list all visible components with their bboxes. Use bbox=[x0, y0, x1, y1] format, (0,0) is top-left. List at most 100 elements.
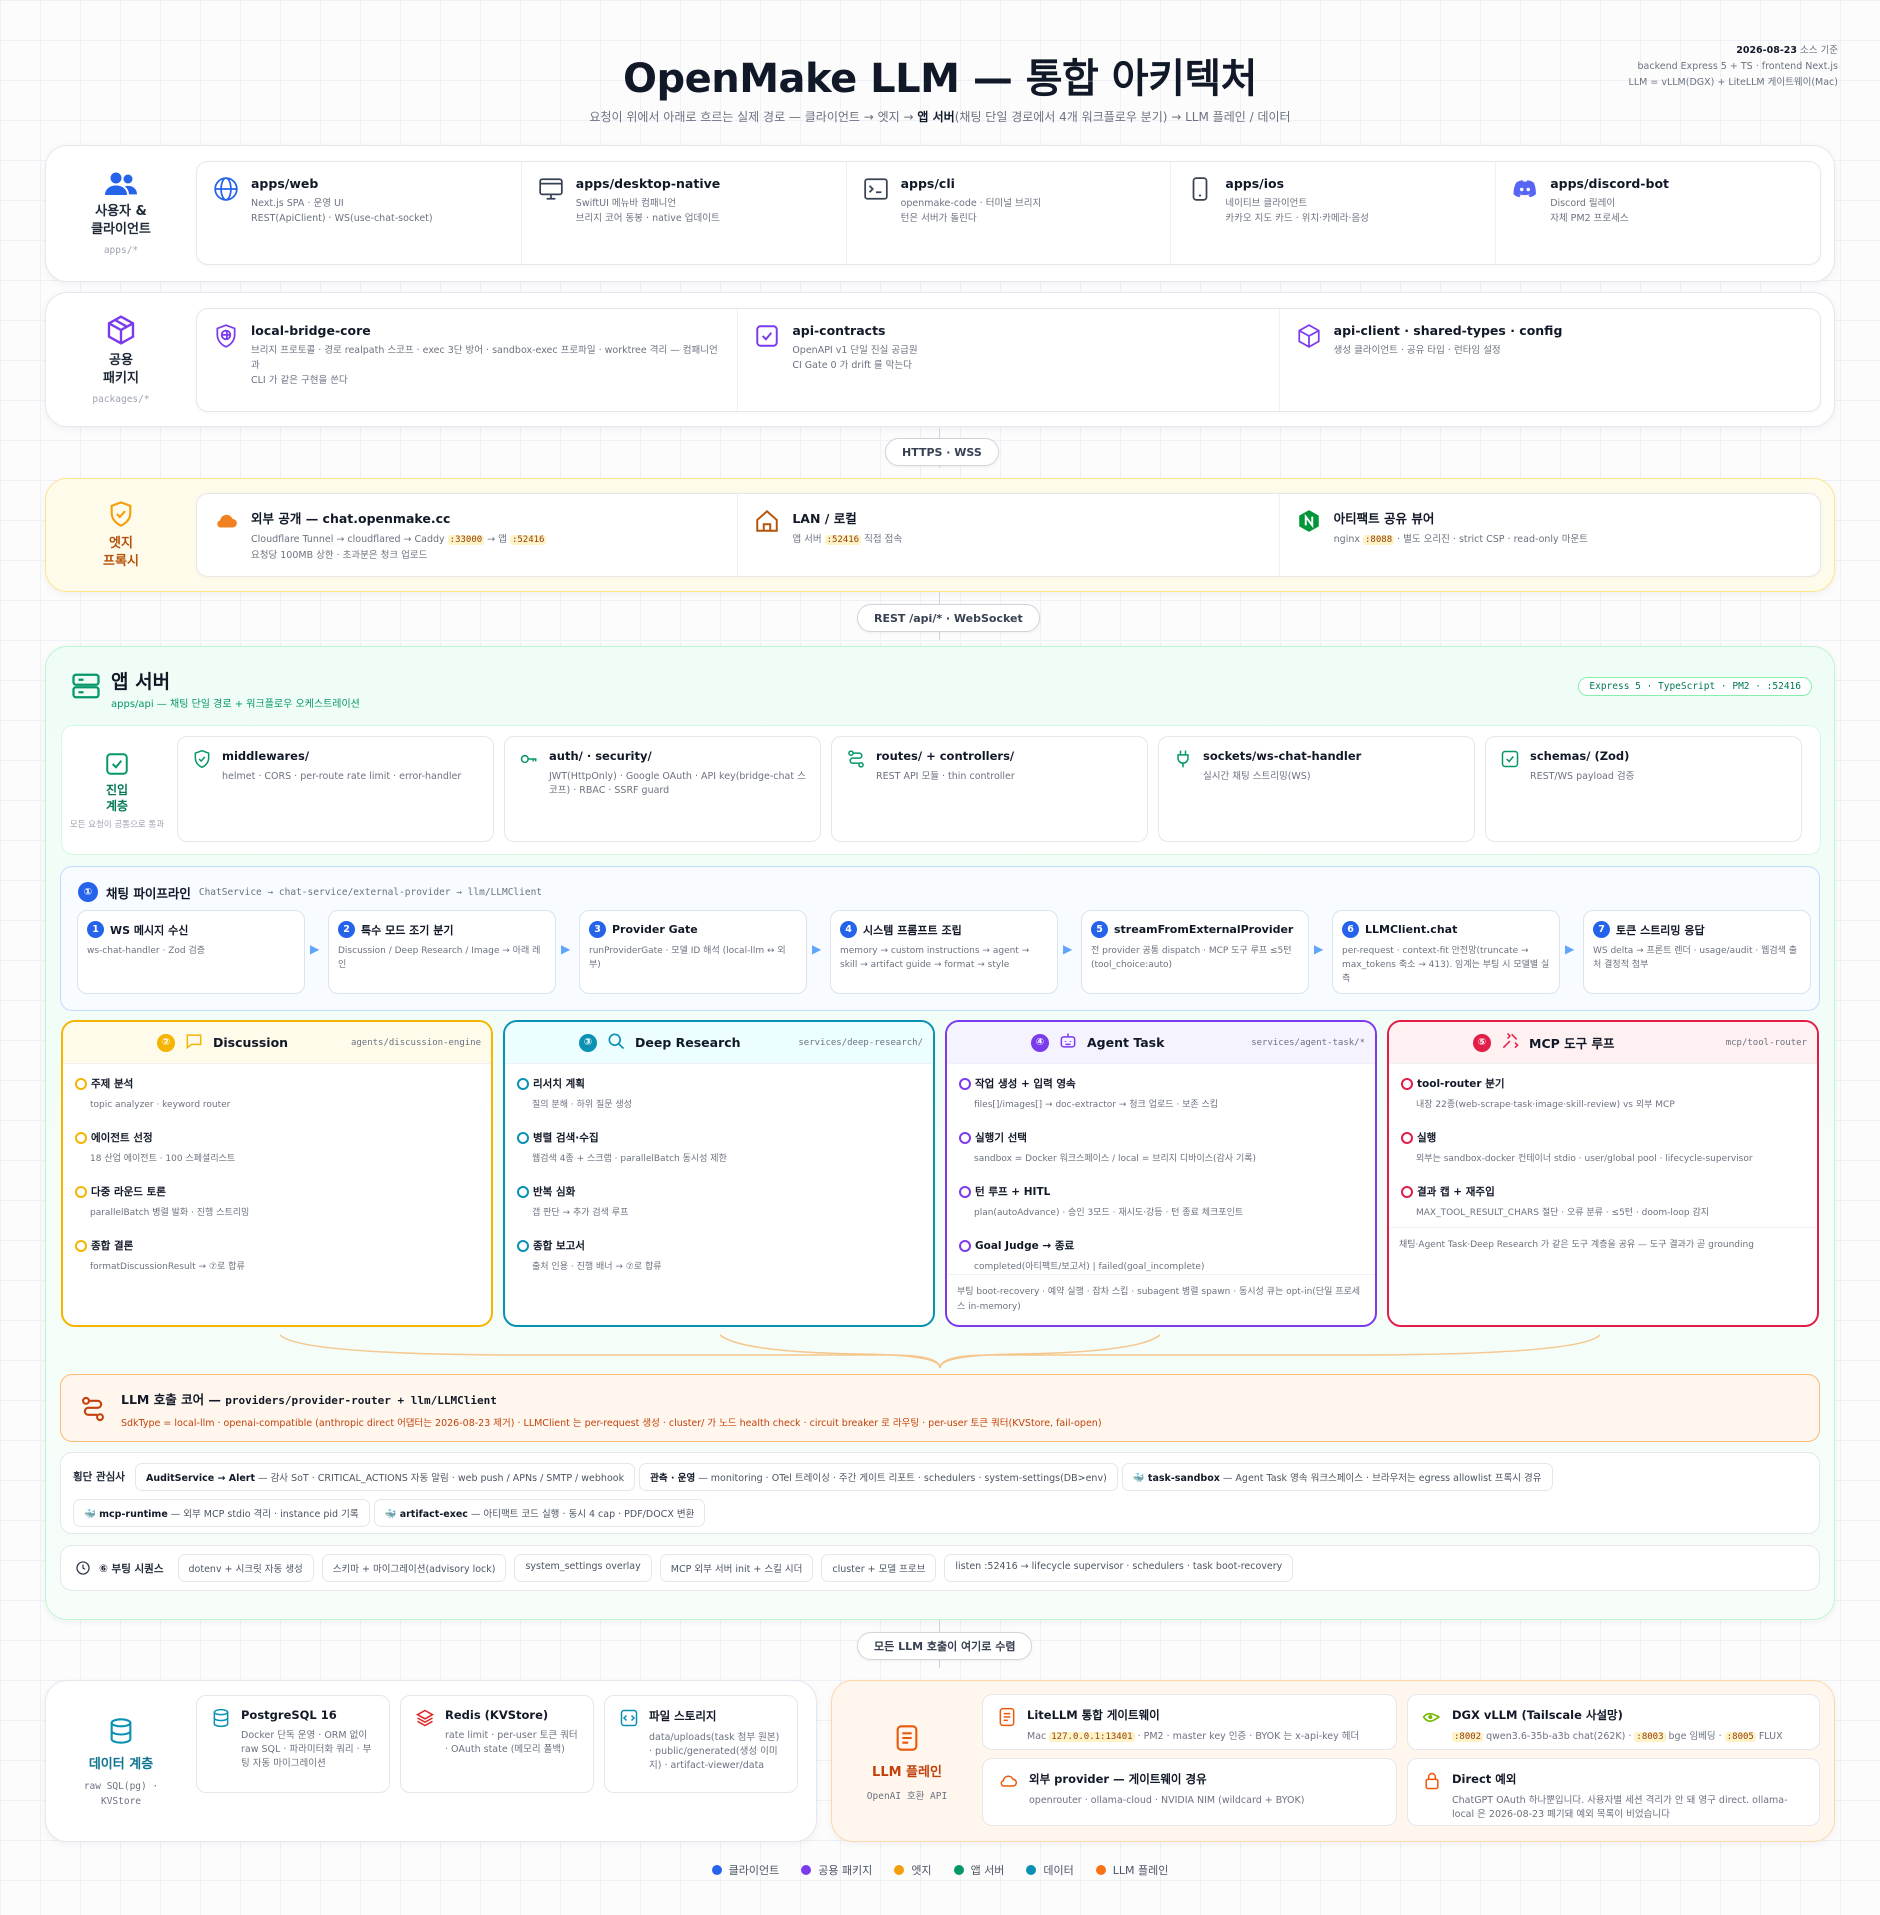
desktop-icon bbox=[539, 178, 563, 200]
workflow-step: tool-router 분기 내장 22종(web-scrape·task·ima… bbox=[1401, 1076, 1805, 1112]
connector-https-wss: HTTPS · WSS bbox=[885, 438, 999, 466]
shield-globe-icon bbox=[216, 324, 236, 348]
packages-sub: packages/* bbox=[92, 394, 150, 405]
workflow-deep-research[interactable]: ③ Deep Research services/deep-research/리서치… bbox=[503, 1020, 935, 1327]
workflow-footnote: 채팅·Agent Task·Deep Research 가 같은 도구 계층을 … bbox=[1389, 1227, 1817, 1263]
client-discord-bot[interactable]: apps/discord-bot Discord 릴레이 자체 PM2 프로세스 bbox=[1496, 162, 1820, 264]
search-icon bbox=[606, 1031, 626, 1054]
step-arrow-icon: ▶ bbox=[1565, 942, 1575, 956]
home-icon bbox=[756, 509, 779, 532]
workflow-mcp-[interactable]: ⑤ MCP 도구 루프 mcp/tool-router tool-router 분기 내… bbox=[1387, 1020, 1819, 1327]
key-icon bbox=[520, 754, 537, 764]
client-web[interactable]: apps/web Next.js SPA · 운영 UI REST(ApiClien… bbox=[197, 162, 522, 264]
edge-row: 외부 공개 — chat.openmake.cc Cloudflare Tunne… bbox=[196, 493, 1821, 577]
legend-dot-icon bbox=[801, 1865, 812, 1875]
merge-curves bbox=[279, 1334, 1601, 1369]
data-postgresql[interactable]: PostgreSQL 16 Docker 단독 운영 · ORM 없이 raw S… bbox=[196, 1695, 390, 1793]
legend-dot-icon bbox=[711, 1865, 722, 1875]
client-ios[interactable]: apps/ios 네이티브 클라이언트 카카오 지도 카드 · 위치·카메라·음성 bbox=[1171, 162, 1497, 264]
clients-layer: 사용자 & 클라이언트 apps/* apps/web Next.js SPA ·… bbox=[45, 145, 1835, 282]
workflow-step: 실행기 선택 sandbox = Docker 워크스페이스 / local = … bbox=[959, 1130, 1363, 1166]
pipeline-step[interactable]: 6 LLMClient.chat per-request · context-fit… bbox=[1332, 910, 1560, 994]
file-code-icon bbox=[620, 1709, 638, 1727]
entry-auth-security[interactable]: auth/ · security/JWT(HttpOnly) · Google … bbox=[504, 736, 821, 842]
step-arrow-icon: ▶ bbox=[812, 942, 822, 956]
boot-step: MCP 외부 서버 init + 스킬 시더 bbox=[659, 1554, 814, 1582]
pipeline-step[interactable]: 2 특수 모드 조기 분기 Discussion / Deep Research /… bbox=[328, 910, 556, 994]
step-arrow-icon: ▶ bbox=[1314, 942, 1324, 956]
workflow-footnote: 부팅 boot-recovery · 예약 실행 · 잡차 스킵 · subag… bbox=[947, 1274, 1375, 1325]
app-server-sub: apps/api — 채팅 단일 경로 + 워크플로우 오케스트레이션 bbox=[111, 699, 360, 710]
robot-icon bbox=[1058, 1031, 1078, 1054]
workflow-step: 종합 결론 formatDiscussionResult → ⑦로 합류 bbox=[75, 1238, 479, 1274]
edge-lan[interactable]: LAN / 로컬 앱 서버 :52416 직접 접속 bbox=[738, 494, 1280, 576]
page-title: OpenMake LLM — 통합 아키텍처 bbox=[623, 56, 1257, 102]
server-icon bbox=[72, 673, 100, 699]
step-arrow-icon: ▶ bbox=[310, 942, 320, 956]
package-local-bridge-core[interactable]: local-bridge-core 브리지 프로토콜 · 경로 realpath … bbox=[197, 309, 739, 411]
entry-middlewares[interactable]: middlewares/helmet · CORS · per-route ra… bbox=[177, 736, 494, 842]
connector-llm: 모든 LLM 호출이 여기로 수렴 bbox=[857, 1632, 1033, 1660]
workflow-discussion[interactable]: ② Discussion agents/discussion-engine 주제 분석… bbox=[61, 1020, 493, 1327]
pipeline-step[interactable]: 5 streamFromExternalProvider 전 provider 공통… bbox=[1081, 910, 1309, 994]
edge-public[interactable]: 외부 공개 — chat.openmake.cc Cloudflare Tunne… bbox=[197, 494, 739, 576]
package-api-contracts[interactable]: api-contracts OpenAPI v1 단일 진실 공급원 CI Gate… bbox=[738, 309, 1280, 411]
legend-dot-icon bbox=[953, 1865, 964, 1875]
edge-artifact-viewer[interactable]: 아티팩트 공유 뷰어 nginx :8088 · 별도 오리진 · strict … bbox=[1280, 494, 1820, 576]
clients-row: apps/web Next.js SPA · 운영 UI REST(ApiClien… bbox=[196, 161, 1821, 265]
boot-step: system_settings overlay bbox=[514, 1554, 652, 1582]
workflow-step: 결과 캡 + 재주입 MAX_TOOL_RESULT_CHARS 절단 · 오류 … bbox=[1401, 1184, 1805, 1220]
cross-cutting-chip: 🐳 mcp-runtime — 외부 MCP stdio 격리 · instan… bbox=[73, 1499, 370, 1527]
workflow-step: 에이전트 선정 18 산업 에이전트 · 100 스페셜리스트 bbox=[75, 1130, 479, 1166]
workflow-number: ④ bbox=[1031, 1033, 1049, 1052]
llm-direct-exception[interactable]: Direct 예외 ChatGPT OAuth 하나뿐입니다. 사용자별 세션 격… bbox=[1407, 1758, 1820, 1826]
pipeline-step[interactable]: 7 토큰 스트리밍 응답 WS delta → 프론트 렌더 · usage/aud… bbox=[1583, 910, 1811, 994]
client-desktop-native[interactable]: apps/desktop-native SwiftUI 메뉴바 컴패니언 브리지 코… bbox=[522, 162, 847, 264]
packages-title: 공용 패키지 bbox=[103, 353, 139, 386]
nvidia-icon bbox=[1422, 1712, 1440, 1723]
workflow-number: ② bbox=[157, 1033, 175, 1052]
clock-icon bbox=[76, 1561, 90, 1575]
client-cli[interactable]: apps/cli openmake-code · 터미널 브리지 턴은 서버가 돌린… bbox=[847, 162, 1172, 264]
pipeline-step[interactable]: 4 시스템 프롬프트 조립 memory → custom instructions… bbox=[830, 910, 1058, 994]
legend-dot-icon bbox=[1095, 1865, 1106, 1875]
legend-item: LLM 플레인 bbox=[1095, 1862, 1168, 1878]
check-square-icon bbox=[106, 752, 128, 775]
entry-label: 진입 계층 모든 요청이 공통으로 통과 bbox=[62, 726, 172, 856]
entry-layer: 진입 계층 모든 요청이 공통으로 통과 middlewares/helmet … bbox=[61, 725, 1821, 855]
meta-info: 2026-08-23 소스 기준 backend Express 5 + TS … bbox=[1628, 45, 1838, 88]
entry-sockets[interactable]: sockets/ws-chat-handler 실시간 채팅 스트리밍(WS) bbox=[1158, 736, 1475, 842]
llm-litellm[interactable]: LiteLLM 통합 게이트웨이 Mac 127.0.0.1:13401 · PM… bbox=[982, 1694, 1397, 1750]
cross-cutting: 횡단 관심사 AuditService → Alert — 감사 SoT · CR… bbox=[60, 1452, 1820, 1534]
data-redis[interactable]: Redis (KVStore) rate limit · per-user 토큰 … bbox=[400, 1695, 594, 1793]
doc-icon bbox=[999, 1707, 1015, 1727]
tools-icon bbox=[1500, 1031, 1520, 1054]
app-server-title: 앱 서버 bbox=[111, 671, 171, 693]
entry-schemas[interactable]: schemas/ (Zod) REST/WS payload 검증 bbox=[1485, 736, 1802, 842]
data-label: 데이터 계층 raw SQL(pg) · KVStore bbox=[46, 1681, 196, 1843]
llm-dgx-vllm[interactable]: DGX vLLM (Tailscale 사설망):8002 qwen3.6-35… bbox=[1407, 1694, 1820, 1750]
check-square-icon bbox=[1501, 750, 1519, 768]
package-api-client[interactable]: api-client · shared-types · config 생성 클라이… bbox=[1280, 309, 1820, 411]
clients-title: 사용자 & 클라이언트 bbox=[91, 204, 151, 237]
boot-sequence: ⑥ 부팅 시퀀스 dotenv + 시크릿 자동 생성 스키마 + 마이그레이션(… bbox=[60, 1545, 1820, 1591]
data-layer: 데이터 계층 raw SQL(pg) · KVStore PostgreSQL … bbox=[45, 1680, 817, 1842]
pipeline-step[interactable]: 3 Provider Gate runProviderGate · 모델 ID 해석… bbox=[579, 910, 807, 994]
workflow-agent-task[interactable]: ④ Agent Task services/agent-task/* 작업 생성 + … bbox=[945, 1020, 1377, 1327]
cross-cutting-chip: 🐳 artifact-exec — 아티팩트 코드 실행 · 동시 4 cap … bbox=[373, 1499, 706, 1527]
cross-cutting-chip: 🐳 task-sandbox — Agent Task 영속 워크스페이스 · … bbox=[1121, 1463, 1553, 1491]
llm-plane-layer: LLM 플레인 OpenAI 호환 API LiteLLM 통합 게이트웨이 Ma… bbox=[831, 1680, 1835, 1842]
doc-icon bbox=[896, 1724, 918, 1751]
lock-icon bbox=[1425, 1772, 1439, 1790]
pipeline-step[interactable]: 1 WS 메시지 수신 ws-chat-handler · Zod 검증 bbox=[77, 910, 305, 994]
entry-routes[interactable]: routes/ + controllers/REST API 모듈 · thin… bbox=[831, 736, 1148, 842]
workflow-number: ⑤ bbox=[1473, 1033, 1491, 1052]
legend-dot-icon bbox=[894, 1865, 905, 1875]
app-server-badge: Express 5 · TypeScript · PM2 · :52416 bbox=[1578, 677, 1812, 696]
llm-external-provider[interactable]: 외부 provider — 게이트웨이 경유 openrouter · ollam… bbox=[982, 1758, 1397, 1826]
workflow-step: 다중 라운드 토론 parallelBatch 병렬 발화 · 진행 스트리밍 bbox=[75, 1184, 479, 1220]
data-file-storage[interactable]: 파일 스토리지 data/uploads(task 첨부 원본) · public… bbox=[604, 1695, 798, 1793]
cloud-icon bbox=[1000, 1775, 1017, 1787]
package-icon bbox=[1298, 324, 1320, 348]
workflow-step: 반복 심화 갭 판단 → 추가 검색 루프 bbox=[517, 1184, 921, 1220]
